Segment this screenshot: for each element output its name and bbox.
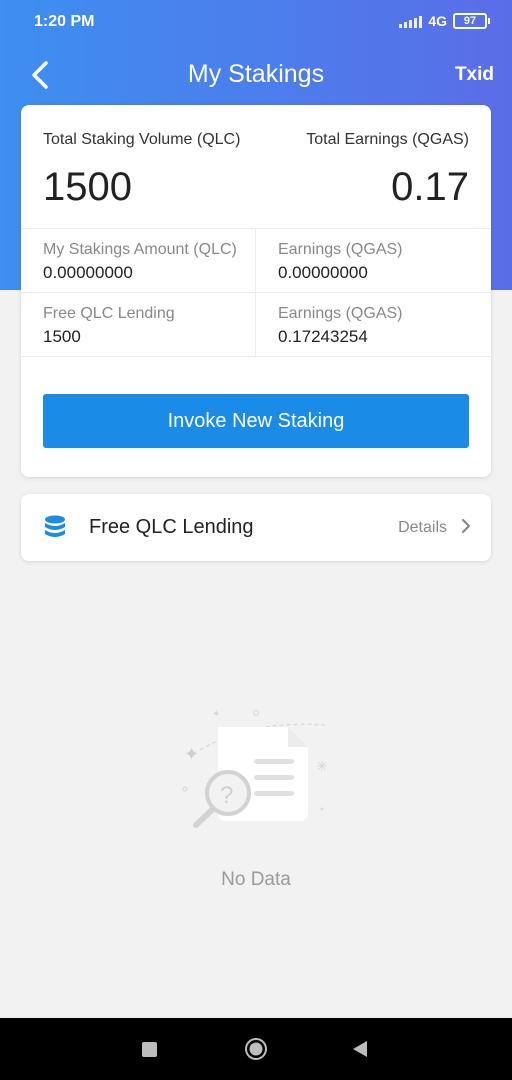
details-link[interactable]: Details [398, 519, 447, 537]
total-volume-label: Total Staking Volume (QLC) [43, 131, 241, 148]
status-bar: 1:20 PM 4G 97 [0, 0, 512, 44]
cell-value: 0.17243254 [278, 327, 368, 346]
txid-button[interactable]: Txid [455, 64, 494, 86]
recents-button[interactable] [142, 1042, 157, 1057]
no-data-text: No Data [221, 869, 291, 890]
free-qlc-lending-row[interactable]: Free QLC Lending Details [21, 494, 491, 561]
my-stakings-amount-cell: My Stakings Amount (QLC) 0.00000000 [21, 229, 255, 291]
android-nav-bar [0, 1018, 512, 1080]
status-time: 1:20 PM [34, 13, 95, 30]
cell-label: Earnings (QGAS) [278, 305, 403, 322]
cell-label: Free QLC Lending [43, 305, 175, 322]
staking-summary-card: Total Staking Volume (QLC) 1500 Total Ea… [21, 105, 491, 477]
free-lending-cell: Free QLC Lending 1500 [21, 293, 255, 355]
battery-level: 97 [453, 13, 487, 29]
battery-icon: 97 [453, 13, 490, 29]
cell-value: 1500 [43, 327, 81, 346]
svg-text:✦: ✦ [184, 744, 199, 765]
stakings-earnings-cell: Earnings (QGAS) 0.00000000 [256, 229, 490, 291]
lending-title: Free QLC Lending [89, 516, 254, 538]
no-data-illustration: ✦ ✦ ✳ ? [182, 709, 328, 828]
chevron-right-icon [461, 518, 471, 534]
svg-text:✦: ✦ [212, 709, 220, 720]
total-earnings-value: 0.17 [391, 165, 469, 209]
database-icon [45, 515, 65, 537]
lending-earnings-cell: Earnings (QGAS) 0.17243254 [256, 293, 490, 355]
total-volume-value: 1500 [43, 165, 132, 209]
cell-label: My Stakings Amount (QLC) [43, 241, 237, 258]
signal-icon [399, 14, 423, 28]
cell-label: Earnings (QGAS) [278, 241, 403, 258]
nav-bar: My Stakings Txid [0, 50, 512, 100]
home-button[interactable] [244, 1037, 268, 1061]
svg-text:?: ? [220, 782, 233, 809]
total-earnings-label: Total Earnings (QGAS) [306, 131, 469, 148]
divider [21, 356, 491, 357]
cell-value: 0.00000000 [278, 263, 368, 282]
status-indicators: 4G 97 [399, 13, 490, 29]
page-title: My Stakings [187, 60, 325, 88]
svg-text:✳: ✳ [316, 759, 328, 775]
cell-value: 0.00000000 [43, 263, 133, 282]
invoke-new-staking-button[interactable]: Invoke New Staking [43, 394, 469, 448]
nav-back-button[interactable] [352, 1040, 368, 1058]
network-type: 4G [428, 13, 447, 29]
